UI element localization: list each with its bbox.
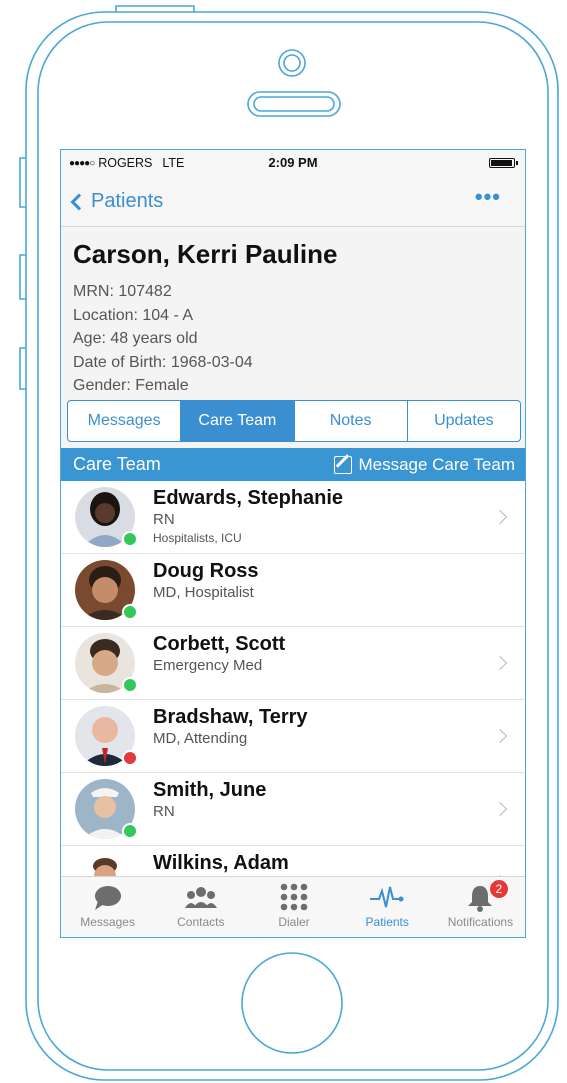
member-role: RN — [153, 511, 175, 528]
compose-icon — [334, 455, 353, 474]
avatar — [75, 852, 135, 876]
tab-bar-contacts[interactable]: Contacts — [154, 877, 247, 937]
contacts-icon — [181, 883, 221, 913]
care-team-section-header: Care Team Message Care Team — [61, 448, 525, 481]
chevron-right-icon — [492, 655, 508, 671]
chevron-right-icon — [492, 801, 508, 817]
patient-gender: Gender: Female — [73, 377, 189, 395]
section-title: Care Team — [73, 454, 161, 474]
tab-bar-messages[interactable]: Messages — [61, 877, 154, 937]
chat-bubble-icon — [88, 883, 128, 913]
patient-mrn: MRN: 107482 — [73, 283, 172, 300]
message-care-team-button[interactable]: Message Care Team — [334, 455, 515, 475]
member-name: Edwards, Stephanie — [153, 487, 344, 509]
online-status-indicator — [122, 823, 138, 839]
patient-name: Carson, Kerri Pauline — [73, 239, 338, 269]
tab-messages[interactable]: Messages — [68, 401, 182, 441]
patient-age: Age: 48 years old — [73, 330, 198, 348]
navigation-bar: Patients ••• — [61, 177, 525, 227]
bottom-tab-bar: Messages Contacts Dialer Patients 2 Noti… — [61, 876, 525, 937]
member-info: Wilkins, Adam — [153, 850, 289, 876]
tab-bar-label: Dialer — [278, 915, 310, 929]
tab-bar-label: Notifications — [447, 915, 514, 929]
busy-status-indicator — [122, 750, 138, 766]
care-team-list: Edwards, Stephanie RN Hospitalists, ICU … — [61, 481, 525, 876]
tab-notes[interactable]: Notes — [295, 401, 408, 441]
heartbeat-icon — [367, 883, 407, 913]
member-name: Wilkins, Adam — [153, 852, 289, 874]
patient-dob: Date of Birth: 1968-03-04 — [73, 353, 253, 371]
tab-bar-dialer[interactable]: Dialer — [247, 877, 340, 937]
tab-bar-label: Patients — [365, 915, 409, 929]
member-department: Hospitalists, ICU — [153, 531, 242, 545]
dialpad-icon — [274, 883, 314, 913]
care-team-member-row[interactable]: Wilkins, Adam — [61, 846, 525, 876]
member-role: MD, Attending — [153, 730, 248, 747]
patient-location: Location: 104 - A — [73, 306, 194, 324]
online-status-indicator — [122, 531, 138, 547]
tab-bar-notifications[interactable]: 2 Notifications — [434, 877, 525, 937]
care-team-member-row[interactable]: Smith, June RN — [61, 773, 525, 846]
battery-icon — [489, 158, 518, 168]
member-info: Doug Ross MD, Hospitalist — [153, 558, 259, 602]
tab-care-team[interactable]: Care Team — [181, 401, 295, 441]
member-name: Doug Ross — [153, 560, 259, 582]
member-info: Corbett, Scott Emergency Med — [153, 631, 285, 675]
member-role: MD, Hospitalist — [153, 584, 254, 601]
care-team-member-row[interactable]: Doug Ross MD, Hospitalist — [61, 554, 525, 627]
back-button[interactable]: Patients — [69, 190, 163, 213]
notification-badge: 2 — [488, 879, 509, 899]
tab-bar-label: Contacts — [177, 915, 225, 929]
chevron-left-icon — [70, 193, 88, 210]
patient-tabs: Messages Care Team Notes Updates — [67, 400, 521, 442]
care-team-member-row[interactable]: Bradshaw, Terry MD, Attending — [61, 700, 525, 773]
online-status-indicator — [122, 604, 138, 620]
member-info: Bradshaw, Terry MD, Attending — [153, 704, 308, 748]
message-care-team-label: Message Care Team — [358, 454, 515, 474]
member-name: Smith, June — [153, 779, 267, 801]
member-role: RN — [153, 803, 175, 820]
tab-bar-label: Messages — [80, 915, 135, 929]
care-team-member-row[interactable]: Edwards, Stephanie RN Hospitalists, ICU — [61, 481, 525, 554]
member-role: Emergency Med — [153, 657, 263, 674]
tab-bar-patients[interactable]: Patients — [341, 877, 434, 937]
status-bar: ●●●●○ ROGERS LTE 2:09 PM — [61, 150, 525, 177]
status-time: 2:09 PM — [268, 155, 318, 170]
online-status-indicator — [122, 677, 138, 693]
chevron-right-icon — [492, 728, 508, 744]
tab-updates[interactable]: Updates — [408, 401, 520, 441]
member-name: Bradshaw, Terry — [153, 706, 308, 728]
member-info: Edwards, Stephanie RN Hospitalists, ICU — [153, 485, 343, 547]
phone-screen: ●●●●○ ROGERS LTE 2:09 PM Patients ••• Ca… — [60, 149, 526, 938]
member-name: Corbett, Scott — [153, 633, 286, 655]
back-button-label: Patients — [91, 190, 164, 212]
more-options-button[interactable]: ••• — [475, 186, 501, 208]
chevron-right-icon — [492, 509, 508, 525]
member-info: Smith, June RN — [153, 777, 266, 821]
care-team-member-row[interactable]: Corbett, Scott Emergency Med — [61, 627, 525, 700]
